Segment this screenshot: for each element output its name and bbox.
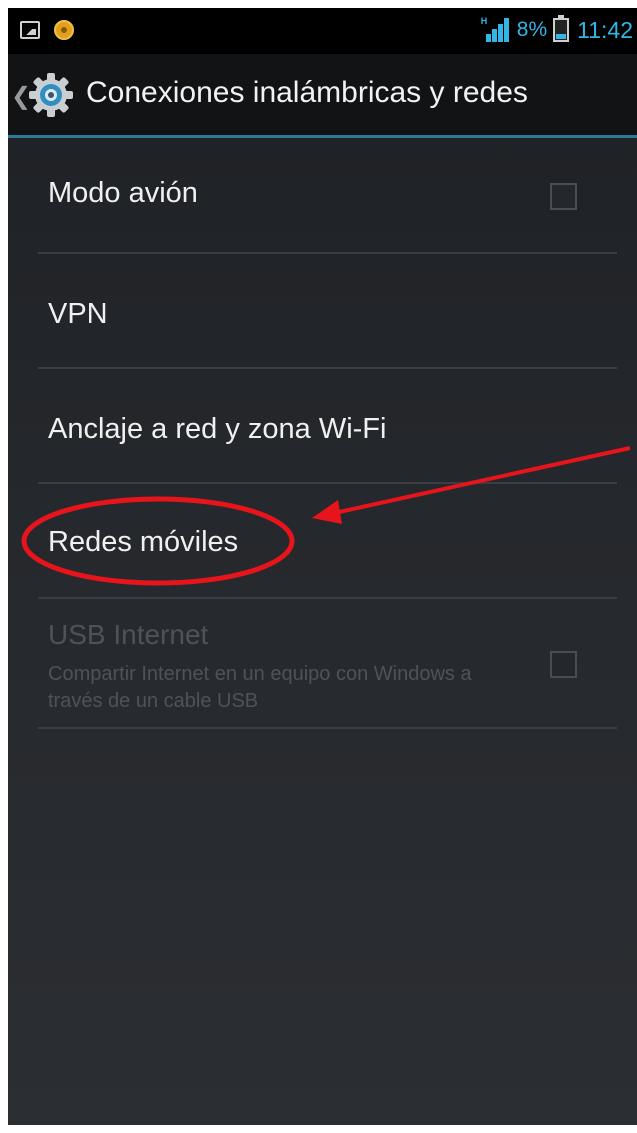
- network-type-label: H: [480, 16, 488, 26]
- action-bar[interactable]: ❮ Conexiones inalámbricas y redes: [8, 54, 637, 138]
- image-icon: [20, 21, 40, 39]
- setting-label: Anclaje a red y zona Wi-Fi: [48, 413, 387, 445]
- signal-icon: H: [481, 16, 511, 44]
- setting-mobile-networks[interactable]: Redes móviles: [8, 484, 637, 599]
- setting-summary: Compartir Internet en un equipo con Wind…: [48, 663, 472, 712]
- battery-percent: 8%: [516, 18, 548, 41]
- setting-label: Modo avión: [48, 177, 198, 209]
- status-bar: H 8% 11:42: [8, 8, 637, 54]
- settings-gear-icon[interactable]: [28, 72, 74, 118]
- setting-airplane-mode[interactable]: Modo avión: [8, 141, 637, 254]
- status-notifications: [20, 20, 74, 40]
- usb-internet-checkbox: [550, 651, 577, 678]
- status-indicators: H 8% 11:42: [481, 15, 633, 44]
- airplane-mode-checkbox[interactable]: [550, 183, 577, 210]
- battery-icon: [553, 15, 570, 42]
- divider: [38, 727, 617, 729]
- settings-list: Modo avión VPN Anclaje a red y zona Wi-F…: [8, 141, 637, 729]
- setting-tethering-hotspot[interactable]: Anclaje a red y zona Wi-Fi: [8, 369, 637, 484]
- page-title: Conexiones inalámbricas y redes: [86, 76, 528, 109]
- setting-label: Redes móviles: [48, 526, 239, 558]
- clock: 11:42: [577, 16, 633, 43]
- phone-screen: H 8% 11:42 ❮ Conexiones inalámbricas y r…: [8, 8, 637, 1125]
- setting-vpn[interactable]: VPN: [8, 254, 637, 369]
- setting-label: VPN: [48, 298, 108, 330]
- setting-usb-internet: USB Internet Compartir Internet en un eq…: [8, 599, 637, 729]
- notification-icon: [54, 20, 74, 40]
- setting-label: USB Internet: [48, 619, 209, 650]
